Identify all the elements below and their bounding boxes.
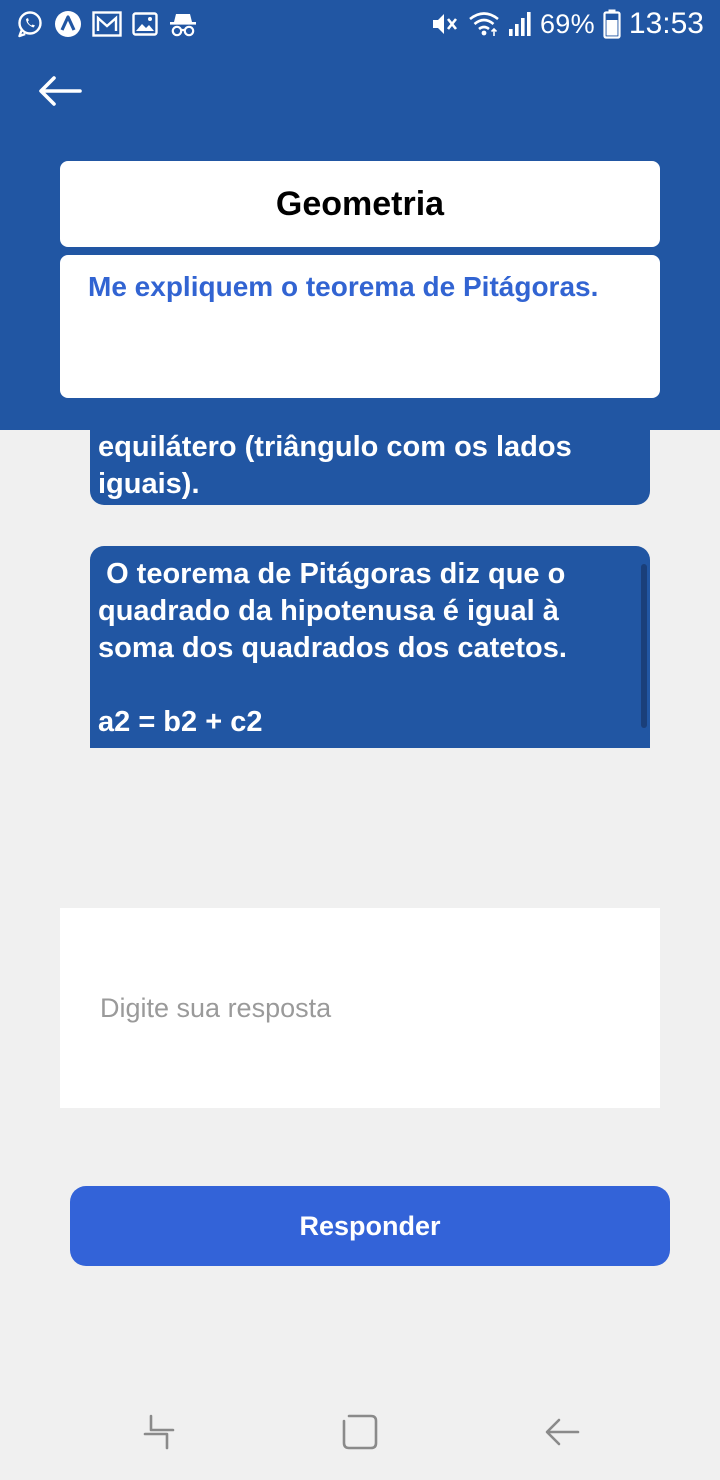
mail-icon (92, 11, 122, 37)
subject-title: Geometria (275, 184, 445, 223)
subject-title-card: Geometria (60, 161, 660, 247)
gallery-icon (132, 12, 158, 36)
whatsapp-icon (16, 10, 44, 38)
battery-icon (603, 9, 621, 39)
answer-bubble: equilátero (triângulo com os lados iguai… (90, 430, 650, 505)
scrollbar-thumb[interactable] (641, 564, 647, 728)
app-header: 69% 13:53 Geometria Me expliquem o teore… (0, 0, 720, 430)
recent-apps-button[interactable] (135, 1410, 183, 1454)
response-input[interactable] (60, 908, 660, 1108)
app-a-icon (54, 10, 82, 38)
home-icon (342, 1414, 378, 1450)
home-button[interactable] (336, 1410, 384, 1454)
system-back-button[interactable] (538, 1410, 586, 1454)
arrow-left-icon (39, 76, 82, 106)
answers-list[interactable]: equilátero (triângulo com os lados iguai… (0, 430, 720, 748)
battery-percentage: 69% (539, 8, 595, 39)
question-card: Me expliquem o teorema de Pitágoras. (60, 255, 660, 398)
mute-icon (430, 10, 460, 38)
incognito-icon (168, 10, 198, 38)
back-button[interactable] (30, 66, 90, 116)
recent-apps-icon (143, 1414, 175, 1450)
navigation-bar (0, 1384, 720, 1480)
wifi-icon (468, 11, 500, 37)
clock: 13:53 (628, 7, 704, 40)
notification-icons (16, 9, 198, 39)
question-text: Me expliquem o teorema de Pitágoras. (88, 271, 599, 302)
system-indicators: 69% 13:53 (430, 6, 704, 42)
status-bar: 69% 13:53 (0, 0, 720, 50)
submit-button[interactable]: Responder (70, 1186, 670, 1266)
answer-bubble: O teorema de Pitágoras diz que o quadrad… (90, 546, 650, 748)
back-icon (545, 1418, 580, 1446)
signal-icon (508, 11, 532, 37)
